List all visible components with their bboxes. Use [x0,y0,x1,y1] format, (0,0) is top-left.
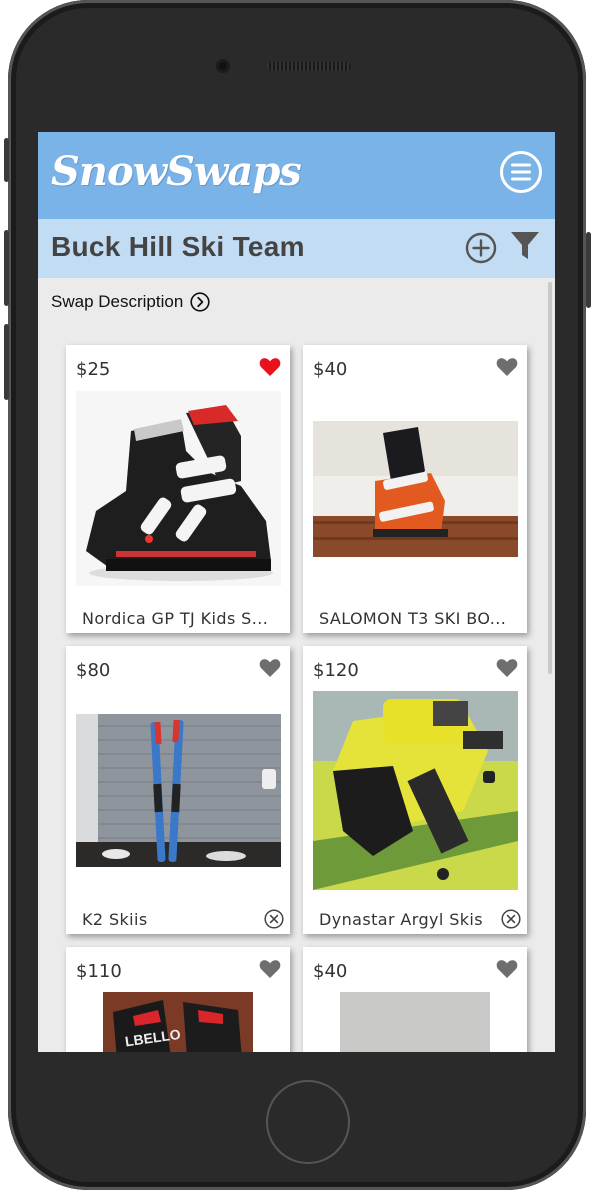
item-title: Nordica GP TJ Kids S... [82,609,269,628]
item-photo [76,714,281,867]
mute-switch [4,138,9,182]
item-price: $80 [76,660,111,681]
remove-circle-x-icon[interactable] [501,909,521,929]
item-title: SALOMON T3 SKI BO... [319,609,507,628]
add-item-plus-circle-icon[interactable] [465,232,497,264]
heart-icon[interactable] [259,357,281,377]
team-header: Buck Hill Ski Team [38,219,555,278]
item-price: $40 [313,961,348,982]
item-card[interactable]: $110 LBELLO [66,947,290,1052]
swap-description-link[interactable]: Swap Description [51,290,210,314]
heart-icon[interactable] [496,959,518,979]
remove-circle-x-icon[interactable] [264,909,284,929]
power-button [586,232,591,308]
item-photo: LBELLO [103,992,253,1052]
item-price: $40 [313,359,348,380]
heart-icon[interactable] [496,357,518,377]
heart-icon[interactable] [259,658,281,678]
item-card[interactable]: $40 [303,947,527,1052]
swap-description-label: Swap Description [51,292,184,311]
item-photo [76,391,281,586]
item-title: Dynastar Argyl Skis [319,910,484,929]
app-screen: SnowSwaps Buck Hill Ski Team Swap Descri… [38,132,555,1052]
chevron-right-circle-icon [190,292,210,312]
item-price: $110 [76,961,122,982]
item-photo [340,992,490,1052]
item-card[interactable]: $40 SALOMON T3 SKI BO... [303,345,527,633]
volume-up-button [4,230,9,306]
app-header: SnowSwaps [38,132,555,219]
home-button[interactable] [266,1080,350,1164]
item-photo [313,421,518,557]
filter-icon[interactable] [510,230,540,262]
scrollbar[interactable] [548,282,552,674]
hamburger-menu-icon[interactable] [499,150,543,194]
earpiece-speaker [267,62,351,71]
item-title: K2 Skiis [82,910,148,929]
app-logo[interactable]: SnowSwaps [51,148,302,195]
item-photo [313,691,518,890]
item-card[interactable]: $80 K2 Skiis [66,646,290,934]
front-camera [216,59,230,73]
item-card[interactable]: $120 Dynastar Argyl Skis [303,646,527,934]
item-price: $120 [313,660,359,681]
item-card[interactable]: $25 Nordica GP TJ Kids S... [66,345,290,633]
volume-down-button [4,324,9,400]
team-title: Buck Hill Ski Team [51,231,305,262]
heart-icon[interactable] [496,658,518,678]
item-price: $25 [76,359,111,380]
heart-icon[interactable] [259,959,281,979]
